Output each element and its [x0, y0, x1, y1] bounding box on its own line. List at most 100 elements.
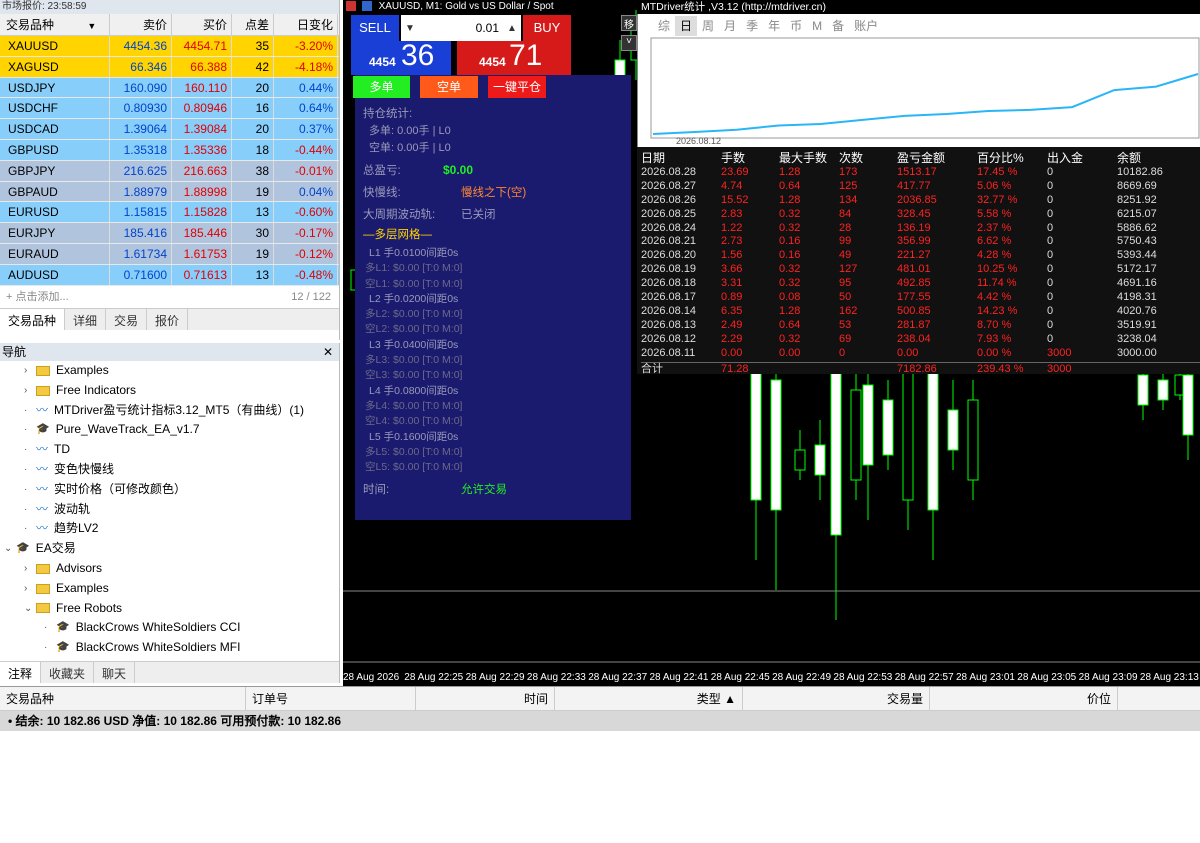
header-change[interactable]: 日变化	[274, 14, 338, 35]
tab-symbols[interactable]: 交易品种	[0, 308, 66, 330]
chevron-right-icon[interactable]: ›	[24, 559, 36, 579]
market-row-gbpjpy[interactable]: GBPJPY 216.625 216.663 38 -0.01%	[0, 160, 339, 182]
stats-cell: 0	[1047, 249, 1054, 262]
nav-item[interactable]: › Free Indicators	[0, 381, 339, 401]
nav-item[interactable]: › Examples	[0, 579, 339, 599]
header-bid[interactable]: 卖价	[110, 14, 172, 35]
header-volume[interactable]: 交易量	[743, 687, 930, 710]
stats-tab-7[interactable]: M	[807, 16, 827, 36]
long-button[interactable]: 多单	[353, 76, 410, 98]
tab-common[interactable]: 注释	[0, 662, 42, 683]
time-axis-label: 28 Aug 23:13	[1140, 672, 1199, 683]
market-row-audusd[interactable]: AUDUSD 0.71600 0.71613 13 -0.48%	[0, 264, 339, 286]
nav-item[interactable]: · 🎓 BlackCrows WhiteSoldiers CCI	[0, 618, 339, 638]
chevron-right-icon[interactable]: ›	[24, 361, 36, 381]
market-row-usdchf[interactable]: USDCHF 0.80930 0.80946 16 0.64%	[0, 98, 339, 120]
stats-tab-5[interactable]: 年	[763, 16, 785, 36]
chevron-up-icon[interactable]: ▲	[503, 23, 521, 34]
stats-tab-8[interactable]: 备	[827, 16, 849, 36]
collapse-icon[interactable]: ˅	[621, 35, 637, 51]
candle-body	[882, 399, 894, 456]
close-all-button[interactable]: 一键平仓	[488, 76, 546, 98]
header-spread[interactable]: 点差	[232, 14, 274, 35]
market-row-xauusd[interactable]: XAUUSD 4454.36 4454.71 35 -3.20%	[0, 36, 339, 57]
tab-details[interactable]: 详细	[65, 308, 107, 330]
nav-item[interactable]: · 〰波动轨	[0, 500, 339, 520]
nav-item[interactable]: › Examples	[0, 361, 339, 381]
tab-favorites[interactable]: 收藏夹	[41, 662, 95, 683]
market-row-gbpaud[interactable]: GBPAUD 1.88979 1.88998 19 0.04%	[0, 181, 339, 203]
chevron-down-icon[interactable]: ▼	[401, 23, 419, 34]
price-chart[interactable]: 28 Aug 2026 28 Aug 22:25 28 Aug 22:29 28 Au…	[343, 0, 1200, 686]
buy-price[interactable]: 4454 71	[457, 39, 571, 75]
nav-item-label: 波动轨	[54, 501, 91, 516]
stats-cell: 162	[839, 304, 858, 317]
market-row-gbpusd[interactable]: GBPUSD 1.35318 1.35336 18 -0.44%	[0, 139, 339, 161]
market-row-xagusd[interactable]: XAGUSD 66.346 66.388 42 -4.18%	[0, 56, 339, 78]
market-row-usdcad[interactable]: USDCAD 1.39064 1.39084 20 0.37%	[0, 119, 339, 140]
stats-tab-2[interactable]: 周	[697, 16, 719, 36]
market-watch-title: 市场报价: 23:58:59	[0, 0, 339, 14]
add-symbol-row[interactable]: + 点击添加... 12 / 122	[0, 286, 339, 308]
move-icon[interactable]: 移	[621, 15, 637, 31]
tab-ticks[interactable]: 报价	[147, 308, 189, 330]
stats-tab-3[interactable]: 月	[719, 16, 741, 36]
nav-item[interactable]: · 〰趋势LV2	[0, 519, 339, 539]
header-order[interactable]: 订单号	[246, 687, 416, 710]
tab-chat[interactable]: 聊天	[94, 662, 136, 683]
chevron-down-icon[interactable]: ⌄	[24, 599, 36, 619]
chevron-right-icon[interactable]: ›	[24, 381, 36, 401]
expert-icon: 🎓	[36, 423, 50, 436]
chevron-right-icon[interactable]: ›	[24, 579, 36, 599]
header-ask[interactable]: 买价	[172, 14, 232, 35]
nav-item[interactable]: · 〰 TD	[0, 440, 339, 460]
lot-stepper[interactable]: ▼ 0.01 ▲	[401, 15, 521, 41]
time-axis-label: 28 Aug 23:05	[1017, 672, 1076, 683]
curve-frame	[650, 37, 1200, 139]
nav-item[interactable]: ⌄ Free Robots	[0, 599, 339, 619]
chevron-down-icon[interactable]: ⌄	[4, 539, 16, 559]
close-icon[interactable]: ✕	[323, 343, 333, 361]
stats-cell: 2.83	[721, 207, 743, 220]
stats-tab-4[interactable]: 季	[741, 16, 763, 36]
stats-tab-0[interactable]: 综	[653, 16, 675, 36]
buy-button[interactable]: BUY	[523, 15, 571, 41]
stats-cell: 99	[839, 235, 852, 248]
tab-trading[interactable]: 交易	[106, 308, 148, 330]
nav-item[interactable]: · 🎓 Pure_WaveTrack_EA_v1.7	[0, 420, 339, 440]
stats-tab-6[interactable]: 币	[785, 16, 807, 36]
market-row-usdjpy[interactable]: USDJPY 160.090 160.110 20 0.44%	[0, 77, 339, 99]
nav-item[interactable]: · 🎓 BlackCrows WhiteSoldiers MFI	[0, 638, 339, 655]
header-price[interactable]: 价位	[930, 687, 1118, 710]
stats-cell: 328.45	[897, 207, 931, 220]
sell-button[interactable]: SELL	[351, 15, 399, 41]
nav-item[interactable]: › Advisors	[0, 559, 339, 579]
header-symbol[interactable]: 交易品种	[0, 687, 246, 710]
stats-cell: 3.31	[721, 277, 743, 290]
stats-row: 2026.08.28 23.69 1.28 173 1513.17 17.45 % 0 101…	[641, 166, 1200, 180]
nav-item-label: Pure_WaveTrack_EA_v1.7	[55, 422, 200, 437]
market-row-eurusd[interactable]: EURUSD 1.15815 1.15828 13 -0.60%	[0, 202, 339, 224]
nav-item[interactable]: · 〰 MTDriver盈亏统计指标3.12_MT5（有曲线）(1)	[0, 401, 339, 421]
header-type[interactable]: 类型 ▲	[555, 687, 743, 710]
short-button[interactable]: 空单	[420, 76, 478, 98]
market-row-eurjpy[interactable]: EURJPY 185.416 185.446 30 -0.17%	[0, 223, 339, 244]
grid-line-5: 空L2: $0.00 [T:0 M:0]	[365, 323, 463, 336]
header-symbol[interactable]: 交易品种 ▼	[0, 14, 110, 35]
stats-cell: 221.27	[897, 249, 931, 262]
stats-cell: 0.89	[721, 291, 743, 304]
header-time[interactable]: 时间	[416, 687, 555, 710]
nav-item[interactable]: ⌄ 🎓 EA交易	[0, 539, 339, 559]
stats-tab-1[interactable]: 日	[675, 16, 698, 36]
market-row-euraud[interactable]: EURAUD 1.61734 1.61753 19 -0.12%	[0, 243, 339, 265]
ea-panel-text: 持仓统计: 多单: 0.00手 | L0 空单: 0.00手 | L0 总盈亏:…	[363, 105, 623, 500]
stats-tab-9[interactable]: 账户	[849, 16, 883, 36]
stats-cell: 0	[1047, 332, 1054, 345]
stats-cell: 492.85	[897, 277, 931, 290]
ma-label: 快慢线:	[363, 187, 401, 199]
nav-item[interactable]: · 〰实时价格（可修改颜色）	[0, 480, 339, 500]
sell-price[interactable]: 4454 36	[351, 39, 451, 75]
lot-value[interactable]: 0.01	[419, 21, 503, 35]
nav-item[interactable]: · 〰变色快慢线	[0, 460, 339, 480]
add-symbol-label[interactable]: + 点击添加...	[6, 286, 69, 308]
